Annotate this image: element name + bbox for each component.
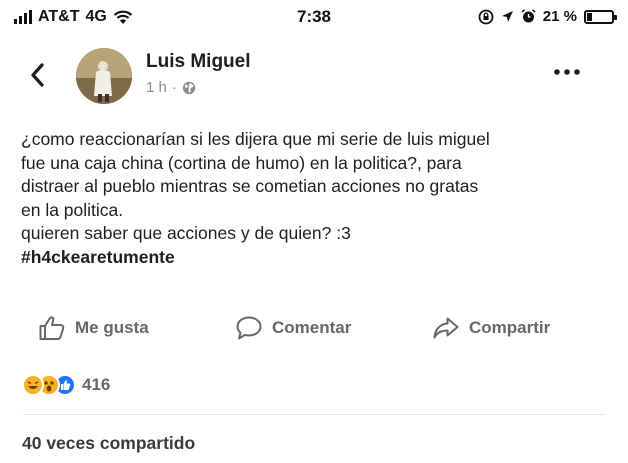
- comment-button[interactable]: Comentar: [235, 308, 351, 348]
- share-button[interactable]: Compartir: [432, 308, 550, 348]
- hashtag-link[interactable]: #h4ckearetumente: [21, 246, 621, 270]
- comment-icon: [236, 316, 262, 340]
- action-bar: Me gusta Comentar Compartir: [0, 308, 628, 348]
- globe-icon: [182, 81, 196, 94]
- status-right: 21 %: [478, 8, 617, 25]
- alarm-icon: [521, 9, 536, 23]
- reaction-count: 416: [82, 375, 111, 394]
- comment-label: Comentar: [272, 318, 352, 337]
- battery-icon: [584, 9, 617, 24]
- thumbs-up-icon: [39, 316, 65, 340]
- reactions-summary[interactable]: 416: [22, 372, 110, 398]
- back-arrow-icon[interactable]: [26, 60, 50, 90]
- lock-rotation-icon: [478, 9, 494, 24]
- meta-separator: ·: [171, 79, 177, 96]
- haha-icon: [22, 374, 44, 396]
- author-name[interactable]: Luis Miguel: [146, 51, 251, 73]
- post-text-line: ¿como reaccionarían si les dijera que mi…: [21, 129, 490, 149]
- like-label: Me gusta: [75, 318, 149, 337]
- more-options-icon[interactable]: [552, 66, 582, 78]
- like-button[interactable]: Me gusta: [38, 308, 149, 348]
- post-text-line: fue una caja china (cortina de humo) en …: [21, 152, 462, 173]
- post-text-line: en la politica.: [21, 199, 124, 220]
- share-label: Compartir: [469, 318, 551, 337]
- location-icon: [501, 11, 513, 22]
- avatar[interactable]: [76, 48, 132, 104]
- share-count[interactable]: 40 veces compartido: [22, 433, 195, 454]
- divider: [22, 414, 606, 415]
- post-text-line: quieren saber que acciones y de quien? :…: [21, 223, 351, 243]
- post-meta: 1 h ·: [146, 79, 196, 96]
- post-text: ¿como reaccionarían si les dijera que mi…: [21, 128, 621, 269]
- share-arrow-icon: [433, 317, 459, 339]
- status-bar: AT&T 4G 7:38 21 %: [0, 0, 628, 36]
- avatar-photo: [76, 48, 132, 104]
- battery-percent: 21 %: [542, 8, 577, 25]
- post-text-line: distraer al pueblo mientras se cometian …: [21, 176, 479, 196]
- post-time[interactable]: 1 h: [146, 79, 167, 96]
